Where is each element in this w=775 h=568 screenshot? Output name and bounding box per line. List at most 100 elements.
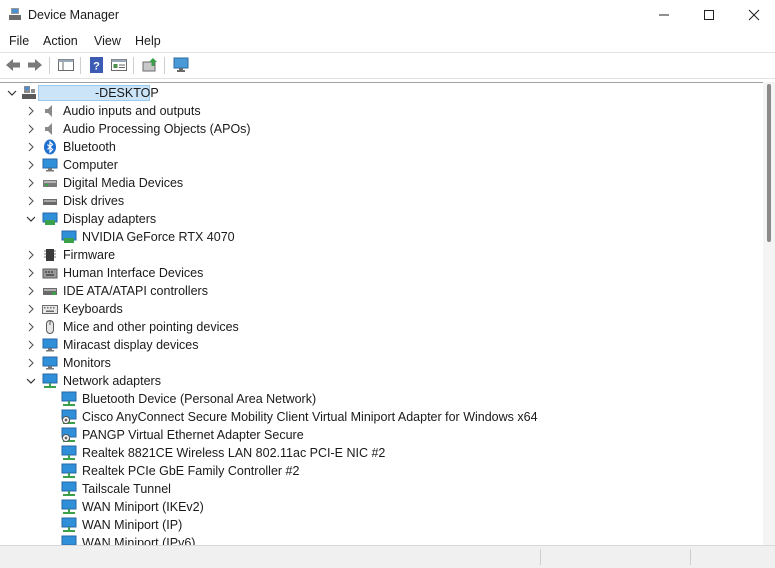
back-icon[interactable] — [4, 56, 22, 74]
tree-root-label: -DESKTOP — [95, 86, 159, 100]
chevron-right-icon[interactable] — [26, 286, 36, 296]
tree-category-label: Computer — [63, 158, 118, 172]
tree-device-label: NVIDIA GeForce RTX 4070 — [82, 230, 235, 244]
tree-device[interactable]: Realtek 8821CE Wireless LAN 802.11ac PCI… — [0, 444, 763, 462]
tree-category-label: Disk drives — [63, 194, 125, 208]
tree-category[interactable]: Digital Media Devices — [0, 174, 763, 192]
keyboard-icon — [42, 305, 58, 314]
chevron-right-icon[interactable] — [26, 160, 36, 170]
vpn-adapter-icon — [61, 427, 77, 442]
chevron-right-icon[interactable] — [26, 142, 36, 152]
menu-action[interactable]: Action — [43, 34, 78, 48]
minimize-button[interactable] — [641, 0, 687, 30]
menu-help[interactable]: Help — [135, 34, 161, 48]
network-adapter-icon — [61, 481, 77, 496]
chevron-down-icon[interactable] — [26, 376, 36, 386]
tree-device[interactable]: NVIDIA GeForce RTX 4070 — [0, 228, 763, 246]
vertical-scrollbar[interactable] — [763, 82, 775, 545]
status-bar — [0, 545, 775, 568]
tree-category[interactable]: Display adapters — [0, 210, 763, 228]
tree-device[interactable]: Bluetooth Device (Personal Area Network) — [0, 390, 763, 408]
tree-category-label: Miracast display devices — [63, 338, 199, 352]
tree-category-label: Network adapters — [63, 374, 161, 388]
scan-hardware-icon[interactable] — [172, 56, 190, 74]
tree-category-label: Keyboards — [63, 302, 123, 316]
chevron-right-icon[interactable] — [26, 358, 36, 368]
tree-category[interactable]: Mice and other pointing devices — [0, 318, 763, 336]
network-adapter-icon — [61, 391, 77, 406]
chevron-right-icon[interactable] — [26, 196, 36, 206]
tree-category[interactable]: Network adapters — [0, 372, 763, 390]
toolbar-divider — [0, 78, 775, 79]
chevron-right-icon[interactable] — [26, 340, 36, 350]
menu-view[interactable]: View — [94, 34, 121, 48]
tree-device[interactable]: Realtek PCIe GbE Family Controller #2 — [0, 462, 763, 480]
tree-category[interactable]: Keyboards — [0, 300, 763, 318]
network-adapter-icon — [61, 499, 77, 514]
tree-device-label: Tailscale Tunnel — [82, 482, 171, 496]
monitor-icon — [42, 356, 58, 370]
tree-device[interactable]: PANGP Virtual Ethernet Adapter Secure — [0, 426, 763, 444]
tree-device[interactable]: WAN Miniport (IP) — [0, 516, 763, 534]
tree-device[interactable]: WAN Miniport (IKEv2) — [0, 498, 763, 516]
status-bar-divider — [690, 549, 691, 565]
tree-device-label: Cisco AnyConnect Secure Mobility Client … — [82, 410, 538, 424]
tree-device[interactable]: Cisco AnyConnect Secure Mobility Client … — [0, 408, 763, 426]
tree-category[interactable]: Disk drives — [0, 192, 763, 210]
chevron-right-icon[interactable] — [26, 106, 36, 116]
firmware-chip-icon — [44, 249, 56, 261]
speaker-icon — [45, 123, 52, 135]
scrollbar-thumb[interactable] — [767, 84, 771, 242]
tree-category[interactable]: Audio inputs and outputs — [0, 102, 763, 120]
menu-file[interactable]: File — [9, 34, 29, 48]
chevron-right-icon[interactable] — [26, 322, 36, 332]
tree-category[interactable]: Human Interface Devices — [0, 264, 763, 282]
chevron-right-icon[interactable] — [26, 124, 36, 134]
network-adapter-icon — [61, 517, 77, 532]
tree-category-label: Bluetooth — [63, 140, 116, 154]
tree-category-label: Mice and other pointing devices — [63, 320, 239, 334]
media-device-icon — [43, 180, 57, 187]
tree-category-label: Audio inputs and outputs — [63, 104, 201, 118]
display-adapter-icon — [42, 212, 58, 225]
chevron-right-icon[interactable] — [26, 304, 36, 314]
status-bar-divider — [540, 549, 541, 565]
tree-device-label: Bluetooth Device (Personal Area Network) — [82, 392, 317, 406]
tree-root[interactable]: -DESKTOP — [0, 84, 763, 102]
tree-device-label: WAN Miniport (IP) — [82, 518, 183, 532]
tree-category[interactable]: Audio Processing Objects (APOs) — [0, 120, 763, 138]
tree-device-label: WAN Miniport (IKEv2) — [82, 500, 204, 514]
display-adapter-icon — [61, 230, 77, 243]
tree-category[interactable]: Bluetooth — [0, 138, 763, 156]
network-adapter-icon — [42, 373, 58, 388]
chevron-down-icon[interactable] — [26, 214, 36, 224]
maximize-button[interactable] — [686, 0, 732, 30]
tree-device-label: Realtek 8821CE Wireless LAN 802.11ac PCI… — [82, 446, 386, 460]
maximize-icon — [704, 10, 714, 20]
tree-device[interactable]: Tailscale Tunnel — [0, 480, 763, 498]
device-tree[interactable]: -DESKTOP Audio inputs and outputs Audio … — [0, 82, 763, 546]
tree-category-label: Digital Media Devices — [63, 176, 184, 190]
tree-category[interactable]: Computer — [0, 156, 763, 174]
window-title: Device Manager — [28, 8, 120, 22]
tree-category[interactable]: IDE ATA/ATAPI controllers — [0, 282, 763, 300]
help-icon[interactable]: ? — [88, 56, 106, 74]
chevron-right-icon[interactable] — [26, 268, 36, 278]
close-button[interactable] — [731, 0, 775, 30]
tree-category[interactable]: Miracast display devices — [0, 336, 763, 354]
chevron-right-icon[interactable] — [26, 178, 36, 188]
toolbar-separator — [133, 57, 134, 74]
tree-category-label: Firmware — [63, 248, 116, 262]
mouse-icon — [46, 320, 54, 334]
close-icon — [748, 9, 760, 21]
network-adapter-icon — [61, 445, 77, 460]
chevron-right-icon[interactable] — [26, 250, 36, 260]
update-driver-icon[interactable] — [141, 56, 159, 74]
chevron-down-icon[interactable] — [7, 88, 17, 98]
forward-icon[interactable] — [26, 56, 44, 74]
tree-category[interactable]: Monitors — [0, 354, 763, 372]
tree-category[interactable]: Firmware — [0, 246, 763, 264]
disk-drive-icon — [43, 199, 57, 205]
show-hide-console-tree-icon[interactable] — [57, 56, 75, 74]
properties-icon[interactable] — [110, 56, 128, 74]
